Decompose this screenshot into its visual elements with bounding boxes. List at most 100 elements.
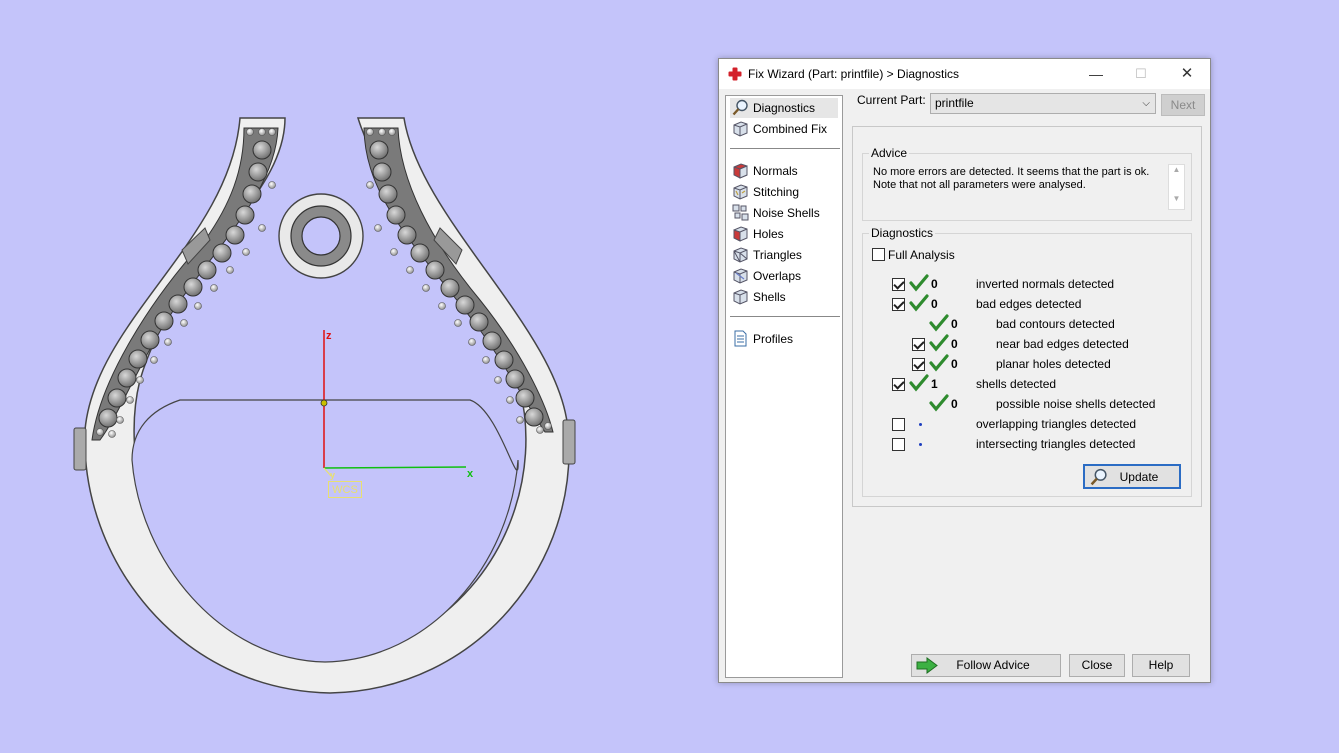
row-checkbox[interactable] <box>892 418 905 431</box>
green-check-icon <box>929 394 949 412</box>
ring-model-render <box>73 117 576 694</box>
nav-item-stitching[interactable]: Stitching <box>730 182 838 202</box>
magnifier-icon <box>732 99 748 116</box>
nav-item-triangles[interactable]: Triangles <box>730 245 838 265</box>
row-count: 0 <box>951 337 958 351</box>
row-count: 1 <box>931 377 938 391</box>
nav-item-shells[interactable]: Shells <box>730 287 838 307</box>
red-cross-icon <box>728 67 742 81</box>
row-count: 0 <box>951 397 958 411</box>
diagnostics-panel: Advice No more errors are detected. It s… <box>852 126 1202 507</box>
x-axis-label: x <box>467 468 474 480</box>
row-label: overlapping triangles detected <box>976 417 1137 431</box>
nav-item-overlaps[interactable]: Overlaps <box>730 266 838 286</box>
stitching-cube-icon <box>733 184 748 200</box>
nav-label: Combined Fix <box>753 122 828 136</box>
nav-item-combined-fix[interactable]: Combined Fix <box>730 119 838 139</box>
diagnostics-group-title: Diagnostics <box>869 226 936 240</box>
green-check-icon <box>909 374 929 392</box>
pending-dot-icon <box>919 443 922 446</box>
3d-viewport[interactable]: z x y WCS <box>0 0 700 753</box>
noise-shells-icon <box>732 204 749 221</box>
row-count: 0 <box>951 317 958 331</box>
nav-separator <box>730 316 840 317</box>
scroll-down-icon[interactable]: ▼ <box>1169 194 1184 203</box>
follow-advice-label: Follow Advice <box>956 658 1030 672</box>
nav-item-diagnostics[interactable]: Diagnostics <box>730 98 838 118</box>
wcs-label: WCS <box>328 481 362 498</box>
row-checkbox[interactable] <box>892 378 905 391</box>
chevron-down-icon: ⌵ <box>1142 98 1150 109</box>
row-checkbox[interactable] <box>892 438 905 451</box>
row-count: 0 <box>931 297 938 311</box>
full-analysis-checkbox[interactable] <box>872 248 885 261</box>
row-label: possible noise shells detected <box>996 397 1156 411</box>
nav-separator <box>730 148 840 149</box>
next-button[interactable]: Next <box>1161 94 1205 116</box>
nav-item-noise-shells[interactable]: Noise Shells <box>730 203 838 223</box>
row-label: intersecting triangles detected <box>976 437 1136 451</box>
row-count: 0 <box>951 357 958 371</box>
document-icon <box>734 330 747 347</box>
row-label: bad contours detected <box>996 317 1115 331</box>
row-label: bad edges detected <box>976 297 1082 311</box>
nav-label: Noise Shells <box>753 206 820 220</box>
magnifier-icon <box>1090 468 1107 486</box>
nav-label: Stitching <box>753 185 800 199</box>
diagnostics-group: Diagnostics Full Analysis 0 inverted norm… <box>862 226 1192 497</box>
update-button[interactable]: Update <box>1083 464 1181 489</box>
close-window-button[interactable]: ✕ <box>1165 59 1209 89</box>
dialog-titlebar[interactable]: Fix Wizard (Part: printfile) > Diagnosti… <box>719 59 1210 89</box>
holes-cube-icon <box>733 226 748 242</box>
fix-wizard-dialog: Fix Wizard (Part: printfile) > Diagnosti… <box>718 58 1211 683</box>
current-part-label: Current Part: <box>857 93 926 107</box>
nav-label: Shells <box>753 290 786 304</box>
close-button[interactable]: Close <box>1069 654 1125 677</box>
advice-text: No more errors are detected. It seems th… <box>873 166 1153 192</box>
advice-line: No more errors are detected. It seems th… <box>873 166 1150 178</box>
triangles-cube-icon <box>733 247 748 263</box>
normals-cube-icon <box>733 163 748 179</box>
shells-cube-icon <box>733 289 748 305</box>
green-check-icon <box>929 314 949 332</box>
current-part-value: printfile <box>935 96 974 110</box>
cube-icon <box>733 121 748 137</box>
help-button[interactable]: Help <box>1132 654 1190 677</box>
nav-label: Profiles <box>753 332 794 346</box>
advice-line: Note that not all parameters were analys… <box>873 179 1086 191</box>
row-checkbox[interactable] <box>892 298 905 311</box>
nav-label: Overlaps <box>753 269 802 283</box>
minimize-button[interactable]: — <box>1074 59 1118 89</box>
follow-advice-button[interactable]: Follow Advice <box>911 654 1061 677</box>
green-check-icon <box>909 294 929 312</box>
scroll-up-icon[interactable]: ▲ <box>1169 165 1184 174</box>
maximize-button[interactable]: ☐ <box>1119 59 1163 89</box>
advice-group-title: Advice <box>869 146 910 160</box>
z-axis-label: z <box>326 330 332 342</box>
row-checkbox[interactable] <box>912 338 925 351</box>
nav-label: Diagnostics <box>753 101 816 115</box>
row-label: planar holes detected <box>996 357 1111 371</box>
wizard-nav: Diagnostics Combined Fix Normals Stitchi… <box>725 95 843 678</box>
dialog-title: Fix Wizard (Part: printfile) > Diagnosti… <box>748 67 960 81</box>
overlaps-cube-icon <box>733 268 748 284</box>
row-label: inverted normals detected <box>976 277 1115 291</box>
advice-group: Advice No more errors are detected. It s… <box>862 146 1192 221</box>
full-analysis-label: Full Analysis <box>888 248 955 262</box>
nav-item-normals[interactable]: Normals <box>730 161 838 181</box>
row-label: near bad edges detected <box>996 337 1129 351</box>
green-check-icon <box>929 334 949 352</box>
row-label: shells detected <box>976 377 1057 391</box>
nav-item-profiles[interactable]: Profiles <box>730 329 838 349</box>
advice-scrollbar[interactable]: ▲ ▼ <box>1168 164 1185 210</box>
update-label: Update <box>1119 470 1159 484</box>
nav-label: Triangles <box>753 248 802 262</box>
current-part-select[interactable]: printfile ⌵ <box>930 93 1156 114</box>
row-checkbox[interactable] <box>892 278 905 291</box>
row-checkbox[interactable] <box>912 358 925 371</box>
y-axis-label: y <box>330 470 336 480</box>
green-check-icon <box>929 354 949 372</box>
green-arrow-icon <box>916 657 938 674</box>
nav-item-holes[interactable]: Holes <box>730 224 838 244</box>
green-check-icon <box>909 274 929 292</box>
